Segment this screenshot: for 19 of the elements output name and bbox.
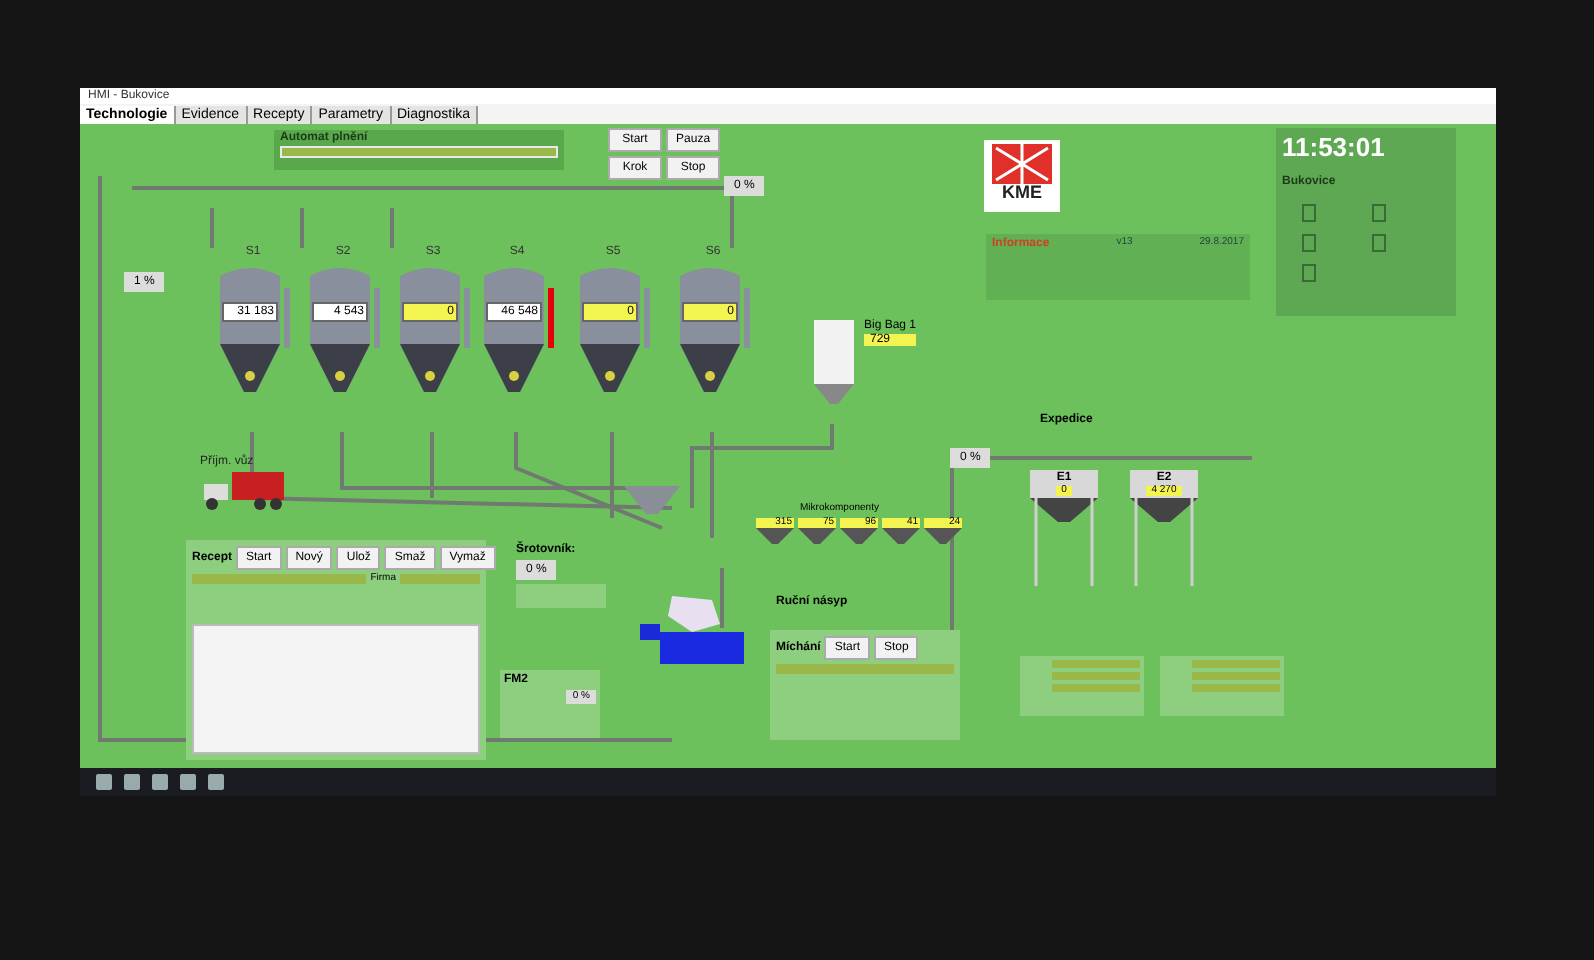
hopper-drawing: [624, 486, 680, 514]
value-field: [1192, 672, 1280, 680]
grinder-field: [516, 584, 606, 608]
micro-hopper-drawing: [924, 528, 962, 544]
logo-text: KME: [1002, 184, 1042, 202]
recipe-list[interactable]: [192, 624, 480, 754]
recipe-field[interactable]: [192, 574, 367, 584]
company-field[interactable]: [400, 574, 480, 584]
micro-hopper-drawing: [882, 528, 920, 544]
value-field: [1052, 684, 1140, 692]
value-field: [1192, 660, 1280, 668]
truck-drawing: [200, 468, 288, 512]
micro-hopper-drawing: [756, 528, 794, 544]
micro-hopper-drawing: [840, 528, 878, 544]
value-field: [1052, 672, 1140, 680]
micro-hopper-drawing: [798, 528, 836, 544]
value-field: [1052, 660, 1140, 668]
value-field: [1192, 684, 1280, 692]
clock-time: 11:53:01: [1282, 134, 1387, 160]
